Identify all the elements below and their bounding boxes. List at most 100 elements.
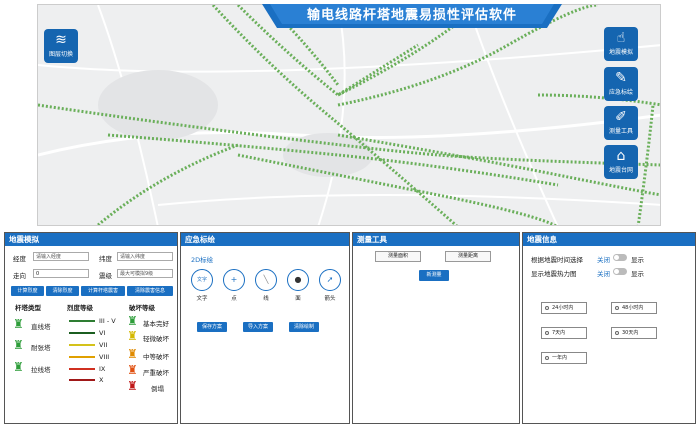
damage-intact-icon: ♜ — [127, 314, 138, 328]
radio-dot-icon — [545, 305, 549, 310]
range-7d-label: 7天内 — [552, 330, 566, 336]
emergency-map-label: 应急标绘 — [608, 89, 633, 96]
intensity-label-2: VI — [99, 329, 106, 337]
pen-draw-icon: ✎ — [615, 70, 627, 86]
clear-intensity-button[interactable]: 清除烈度 — [46, 286, 79, 296]
quake-sim-map-button[interactable]: ☝ 地震模拟 — [604, 27, 638, 61]
intensity-label-4: VIII — [99, 353, 110, 361]
arrow-tool-label: 箭头 — [324, 296, 336, 302]
radio-dot-icon — [615, 330, 619, 335]
mag-input[interactable]: 最大可模拟9级 — [117, 269, 173, 278]
station-map-button[interactable]: ⌂ 地震台网 — [604, 145, 638, 179]
tower-type-straight: 直线塔 — [31, 323, 51, 331]
emergency-panel: 应急标绘 2D标绘 文字 文字 + 点 ╲ 线 ● 面 ➚ 箭头 保存方案 导入… — [180, 232, 350, 424]
intensity-line-1 — [69, 320, 95, 322]
measure-area-button[interactable]: 测量面积 — [375, 251, 421, 262]
range-24h-radio[interactable]: 24小时内 — [541, 302, 587, 314]
heatmap-off-label: 关闭 — [597, 270, 610, 278]
heatmap-show-label: 显示 — [631, 270, 644, 278]
tower-type-guyed: 拉线塔 — [31, 366, 51, 374]
polygon-tool-label: 面 — [295, 296, 301, 302]
layer-switch-button[interactable]: ≋ 图层切换 — [44, 29, 78, 63]
intensity-label-5: IX — [99, 365, 106, 373]
heatmap-toggle[interactable] — [613, 268, 627, 275]
damage-label-moderate: 中等破坏 — [143, 353, 169, 361]
emergency-map-button[interactable]: ✎ 应急标绘 — [604, 67, 638, 101]
intensity-line-3 — [69, 344, 95, 346]
map-canvas[interactable] — [38, 5, 661, 226]
quake-info-title: 地震信息 — [523, 233, 695, 246]
range-1y-radio[interactable]: 一年内 — [541, 352, 587, 364]
radio-dot-icon — [545, 355, 549, 360]
radio-dot-icon — [615, 305, 619, 310]
tower-type-header: 杆塔类型 — [15, 304, 41, 312]
clear-damage-button[interactable]: 清除震害信息 — [127, 286, 173, 296]
intensity-label-6: X — [99, 376, 104, 384]
range-48h-label: 48小时内 — [622, 305, 644, 311]
point-tool-button[interactable]: + — [223, 269, 245, 291]
heatmap-label: 显示地震热力图 — [531, 270, 577, 278]
range-7d-radio[interactable]: 7天内 — [541, 327, 587, 339]
lon-input[interactable]: 请输入经度 — [33, 252, 89, 261]
calc-damage-button[interactable]: 计算杆塔震害 — [81, 286, 125, 296]
time-select-off-label: 关闭 — [597, 256, 610, 264]
tension-tower-icon: ♜ — [13, 338, 24, 352]
measure-map-button[interactable]: ✐ 测量工具 — [604, 106, 638, 140]
damage-label-collapse: 倒塌 — [151, 385, 164, 393]
point-tool-label: 点 — [231, 296, 237, 302]
mag-label: 震级 — [99, 272, 112, 280]
quake-sim-panel: 地震模拟 经度 请输入经度 纬度 请输入纬度 走向 0 震级 最大可模拟9级 计… — [4, 232, 178, 424]
range-1y-label: 一年内 — [552, 355, 568, 361]
quake-sim-map-label: 地震模拟 — [608, 49, 633, 56]
measure-distance-button[interactable]: 测量距离 — [445, 251, 491, 262]
range-24h-label: 24小时内 — [552, 305, 574, 311]
quake-info-panel: 地震信息 根据地震时间选择 关闭 显示 显示地震热力图 关闭 显示 24小时内 … — [522, 232, 696, 424]
arrow-tool-button[interactable]: ➚ — [319, 269, 341, 291]
damage-label-intact: 基本完好 — [143, 320, 169, 328]
dir-label: 走向 — [13, 272, 26, 280]
damage-severe-icon: ♜ — [127, 363, 138, 377]
import-plan-button[interactable]: 导入方案 — [243, 322, 273, 332]
time-select-toggle[interactable] — [613, 254, 627, 261]
measure-title: 测量工具 — [353, 233, 519, 246]
lat-input[interactable]: 请输入纬度 — [117, 252, 173, 261]
clear-draw-button[interactable]: 清除绘制 — [289, 322, 319, 332]
lon-label: 经度 — [13, 255, 26, 263]
station-house-icon: ⌂ — [616, 148, 626, 164]
layer-switch-label: 图层切换 — [48, 51, 73, 58]
range-30d-label: 30天内 — [622, 330, 639, 336]
quake-sim-title: 地震模拟 — [5, 233, 177, 246]
hand-pointer-icon: ☝ — [616, 30, 626, 46]
map-view[interactable]: ≋ 图层切换 ☝ 地震模拟 ✎ 应急标绘 ✐ 测量工具 ⌂ 地震台网 — [37, 4, 661, 226]
intensity-line-5 — [69, 368, 95, 370]
text-tool-button[interactable]: 文字 — [191, 269, 213, 291]
dir-input[interactable]: 0 — [33, 269, 89, 278]
damage-header: 破坏等级 — [129, 304, 155, 312]
damage-slight-icon: ♜ — [127, 329, 138, 343]
time-select-show-label: 显示 — [631, 256, 644, 264]
damage-label-severe: 严重破坏 — [143, 369, 169, 377]
layers-icon: ≋ — [55, 32, 67, 48]
intensity-line-4 — [69, 356, 95, 358]
guyed-tower-icon: ♜ — [13, 360, 24, 374]
damage-label-slight: 轻微破坏 — [143, 335, 169, 343]
measure-map-label: 测量工具 — [608, 128, 633, 135]
intensity-line-6 — [69, 379, 95, 381]
emergency-title: 应急标绘 — [181, 233, 349, 246]
station-map-label: 地震台网 — [608, 167, 633, 174]
intensity-label-1: III - V — [99, 317, 116, 325]
radio-dot-icon — [545, 330, 549, 335]
range-48h-radio[interactable]: 48小时内 — [611, 302, 657, 314]
range-30d-radio[interactable]: 30天内 — [611, 327, 657, 339]
polygon-tool-button[interactable]: ● — [287, 269, 309, 291]
lat-label: 纬度 — [99, 255, 112, 263]
save-plan-button[interactable]: 保存方案 — [197, 322, 227, 332]
time-select-label: 根据地震时间选择 — [531, 256, 583, 264]
calc-intensity-button[interactable]: 计算烈度 — [11, 286, 44, 296]
ruler-pen-icon: ✐ — [615, 109, 627, 125]
tower-type-tension: 耐张塔 — [31, 344, 51, 352]
line-tool-button[interactable]: ╲ — [255, 269, 277, 291]
intensity-header: 烈度等级 — [67, 304, 93, 312]
line-tool-label: 线 — [263, 296, 269, 302]
new-measure-button[interactable]: 新测量 — [419, 270, 449, 281]
